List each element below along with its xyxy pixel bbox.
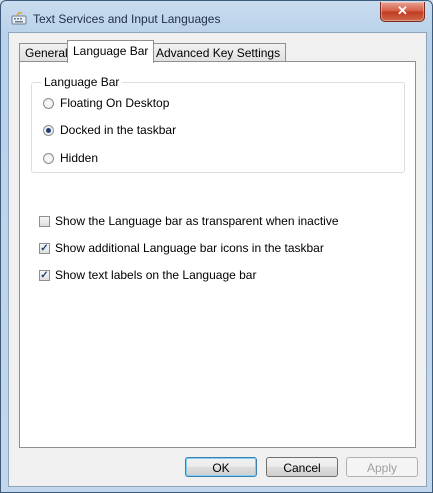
tab-language-bar-label: Language Bar — [73, 44, 149, 58]
checkbox-checked[interactable]: ✓ — [39, 269, 50, 281]
cancel-button[interactable]: Cancel — [266, 457, 338, 477]
checkbox-transparent-when-inactive[interactable]: Show the Language bar as transparent whe… — [39, 214, 339, 228]
window-title: Text Services and Input Languages — [33, 12, 221, 26]
checkbox-label: Show the Language bar as transparent whe… — [55, 214, 339, 228]
dialog-client-area: General Language Bar Advanced Key Settin… — [8, 32, 427, 487]
close-icon: ✕ — [397, 3, 408, 18]
radio-button[interactable] — [43, 152, 54, 164]
keyboard-app-icon — [11, 10, 27, 26]
dialog-window: Text Services and Input Languages ✕ Gene… — [0, 0, 433, 493]
checkmark-icon: ✓ — [40, 242, 49, 254]
checkbox-checked[interactable]: ✓ — [39, 242, 50, 254]
tab-general[interactable]: General — [19, 43, 74, 62]
tab-advanced-key-settings-label: Advanced Key Settings — [156, 46, 281, 60]
radio-label: Docked in the taskbar — [60, 123, 177, 137]
checkbox-label: Show additional Language bar icons in th… — [55, 241, 324, 255]
radio-label: Floating On Desktop — [60, 96, 170, 110]
radio-docked-in-taskbar[interactable]: Docked in the taskbar — [43, 123, 176, 137]
tab-general-label: General — [25, 46, 68, 60]
ok-button[interactable]: OK — [185, 457, 257, 477]
radio-hidden[interactable]: Hidden — [43, 151, 98, 165]
checkbox-text-labels[interactable]: ✓ Show text labels on the Language bar — [39, 268, 256, 282]
checkmark-icon: ✓ — [40, 269, 49, 281]
radio-button-selected[interactable] — [43, 124, 54, 136]
apply-button[interactable]: Apply — [346, 457, 418, 477]
tab-language-bar[interactable]: Language Bar — [67, 40, 155, 63]
checkbox-additional-icons[interactable]: ✓ Show additional Language bar icons in … — [39, 241, 324, 255]
tab-advanced-key-settings[interactable]: Advanced Key Settings — [150, 43, 287, 62]
checkbox-label: Show text labels on the Language bar — [55, 268, 257, 282]
radio-button[interactable] — [43, 97, 54, 109]
groupbox-title: Language Bar — [41, 75, 123, 89]
checkbox[interactable] — [39, 215, 50, 227]
radio-label: Hidden — [60, 151, 99, 165]
radio-floating-on-desktop[interactable]: Floating On Desktop — [43, 96, 169, 110]
tab-panel: Language Bar Floating On Desktop Docked … — [19, 61, 416, 448]
language-bar-groupbox: Language Bar Floating On Desktop Docked … — [31, 75, 405, 173]
close-button[interactable]: ✕ — [380, 2, 425, 22]
